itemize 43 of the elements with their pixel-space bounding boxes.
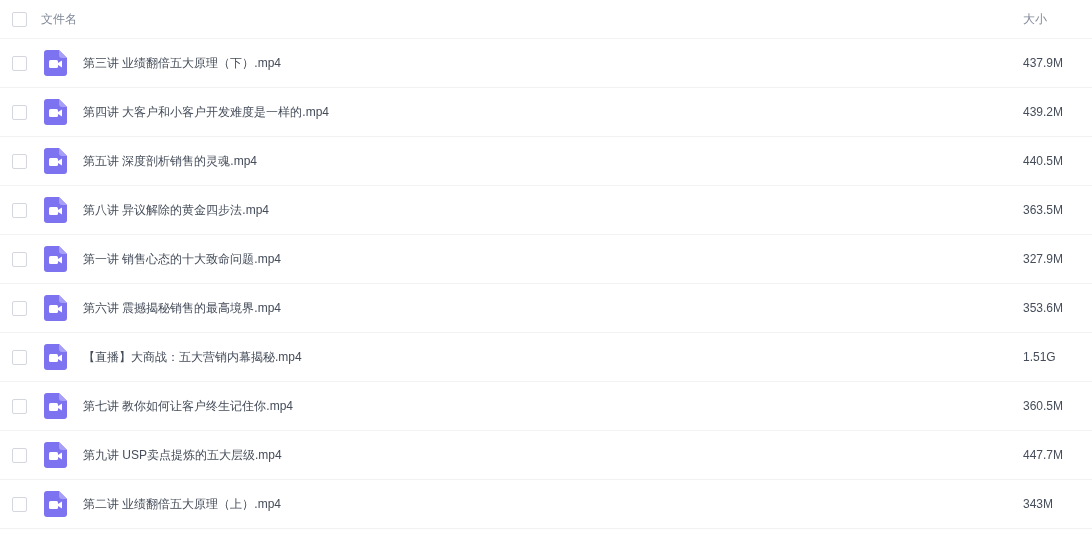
video-file-icon	[44, 442, 67, 468]
file-size: 440.5M	[1023, 153, 1065, 170]
file-size: 353.6M	[1023, 300, 1065, 317]
checkbox[interactable]	[12, 300, 27, 316]
video-file-icon	[44, 197, 67, 223]
file-name[interactable]: 第九讲 USP卖点提炼的五大层级.mp4	[83, 446, 1023, 464]
file-name[interactable]: 第四讲 大客户和小客户开发难度是一样的.mp4	[83, 103, 1023, 121]
video-file-icon	[44, 246, 67, 272]
video-file-icon	[44, 344, 67, 370]
file-size: 437.9M	[1023, 55, 1065, 72]
file-name[interactable]: 第五讲 深度剖析销售的灵魂.mp4	[83, 152, 1023, 170]
column-header[interactable]: 文件名	[41, 10, 1023, 28]
checkbox[interactable]	[12, 202, 27, 218]
file-size: 1.51G	[1023, 349, 1057, 366]
column-header[interactable]: 大小	[1023, 10, 1080, 28]
checkbox[interactable]	[12, 153, 27, 169]
checkbox[interactable]	[12, 447, 27, 463]
file-size: 363.5M	[1023, 202, 1065, 219]
checkbox[interactable]	[12, 349, 27, 365]
file-name[interactable]: 第三讲 业绩翻倍五大原理（下）.mp4	[83, 54, 1023, 72]
video-file-icon	[44, 295, 67, 321]
file-name[interactable]: 【直播】大商战：五大营销内幕揭秘.mp4	[83, 348, 1023, 366]
video-file-icon	[44, 491, 67, 517]
file-name[interactable]: 第六讲 震撼揭秘销售的最高境界.mp4	[83, 299, 1023, 317]
file-name[interactable]: 第七讲 教你如何让客户终生记住你.mp4	[83, 397, 1023, 415]
checkbox[interactable]	[12, 104, 27, 120]
checkbox[interactable]	[12, 55, 27, 71]
checkbox[interactable]	[12, 398, 27, 414]
video-file-icon	[44, 50, 67, 76]
file-size: 343M	[1023, 496, 1055, 513]
file-size: 327.9M	[1023, 251, 1065, 268]
video-file-icon	[44, 99, 67, 125]
checkbox[interactable]	[12, 496, 27, 512]
file-size: 360.5M	[1023, 398, 1065, 415]
video-file-icon	[44, 148, 67, 174]
video-file-icon	[44, 393, 67, 419]
checkbox[interactable]	[12, 251, 27, 267]
checkbox[interactable]	[12, 11, 27, 27]
file-name[interactable]: 第八讲 异议解除的黄金四步法.mp4	[83, 201, 1023, 219]
file-size: 439.2M	[1023, 104, 1065, 121]
file-name[interactable]: 第二讲 业绩翻倍五大原理（上）.mp4	[83, 495, 1023, 513]
file-name[interactable]: 第一讲 销售心态的十大致命问题.mp4	[83, 250, 1023, 268]
file-size: 447.7M	[1023, 447, 1065, 464]
